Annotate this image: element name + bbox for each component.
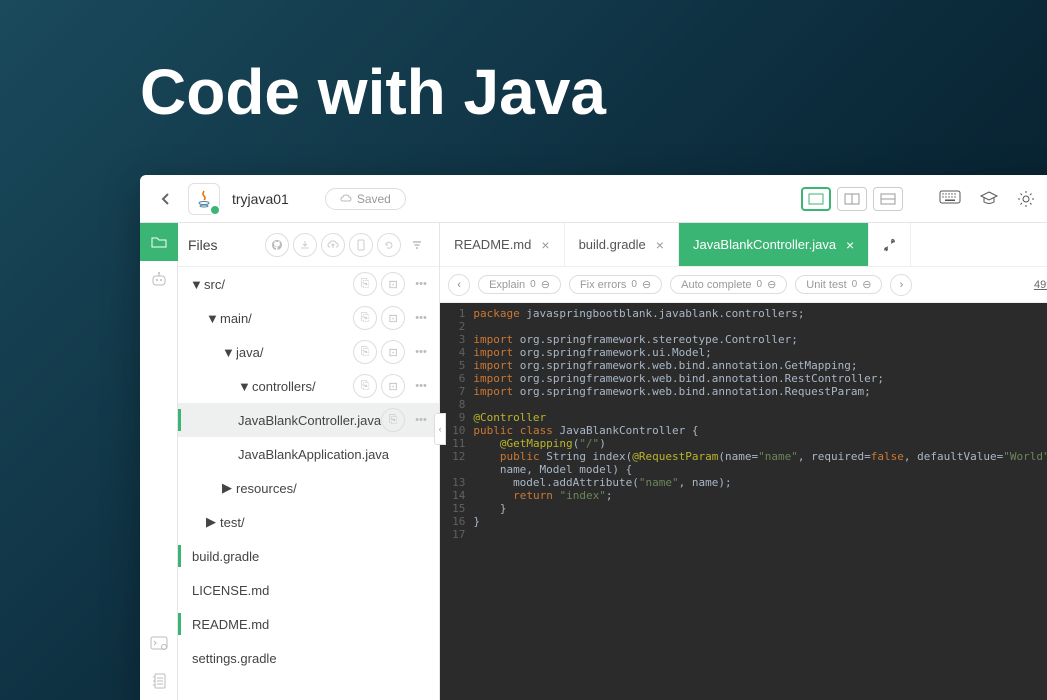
tab-controller[interactable]: JavaBlankController.java×	[679, 223, 869, 266]
hero-title: Code with Java	[0, 0, 1047, 129]
fix-errors-button[interactable]: Fix errors 0 ⊖	[569, 275, 662, 294]
tree-file-license[interactable]: LICENSE.md	[178, 573, 439, 607]
file-panel: Files ▼src/ ⎘⊡••• ▼main/ ⎘⊡•••	[178, 223, 440, 700]
layout-rows-button[interactable]	[873, 187, 903, 211]
java-icon	[188, 183, 220, 215]
new-folder-icon[interactable]: ⊡	[381, 374, 405, 398]
topbar: tryjava01 Saved	[140, 175, 1047, 223]
chevron-down-icon: ⊖	[642, 278, 651, 291]
close-icon[interactable]: ×	[541, 237, 549, 253]
close-icon[interactable]: ×	[846, 237, 854, 253]
collapse-panel-button[interactable]: ‹	[434, 413, 446, 445]
tree-file-readme[interactable]: README.md	[178, 607, 439, 641]
graduation-icon[interactable]	[979, 190, 999, 208]
next-button[interactable]: ›	[890, 274, 912, 296]
back-button[interactable]	[152, 185, 180, 213]
cloud-upload-icon[interactable]	[321, 233, 345, 257]
prev-button[interactable]: ‹	[448, 274, 470, 296]
gear-icon[interactable]	[1017, 190, 1035, 208]
more-icon[interactable]: •••	[409, 272, 433, 296]
keyboard-icon[interactable]	[939, 190, 961, 208]
rail-terminal-button[interactable]	[140, 624, 178, 662]
new-file-icon[interactable]: ⎘	[353, 374, 377, 398]
chevron-down-icon: ⊖	[767, 278, 776, 291]
left-rail	[140, 223, 178, 700]
new-folder-icon[interactable]: ⊡	[381, 340, 405, 364]
layout-single-button[interactable]	[801, 187, 831, 211]
line-gutter: 1234567891011121314151617	[440, 303, 473, 700]
more-icon[interactable]: •••	[409, 306, 433, 330]
filter-icon[interactable]	[405, 233, 429, 257]
saved-indicator: Saved	[325, 188, 406, 210]
layout-buttons	[801, 187, 903, 211]
tree-file-settings-gradle[interactable]: settings.gradle	[178, 641, 439, 675]
more-icon[interactable]: •••	[409, 374, 433, 398]
file-panel-title: Files	[188, 237, 218, 253]
tab-build-gradle[interactable]: build.gradle×	[565, 223, 679, 266]
token-count[interactable]: 49938	[1034, 279, 1047, 291]
refresh-icon[interactable]	[377, 233, 401, 257]
rail-robot-button[interactable]	[140, 261, 178, 299]
editor-area: ‹ README.md× build.gradle× JavaBlankCont…	[440, 223, 1047, 700]
editor-tabs: README.md× build.gradle× JavaBlankContro…	[440, 223, 1047, 267]
tree-file-controller[interactable]: JavaBlankController.java ⎘•••	[178, 403, 439, 437]
rail-notebook-button[interactable]	[140, 662, 178, 700]
chevron-down-icon: ⊖	[541, 278, 550, 291]
layout-split-button[interactable]	[837, 187, 867, 211]
new-file-icon[interactable]: ⎘	[353, 340, 377, 364]
tree-folder-controllers[interactable]: ▼controllers/ ⎘⊡•••	[178, 369, 439, 403]
tree-file-application[interactable]: JavaBlankApplication.java	[178, 437, 439, 471]
more-icon[interactable]: •••	[409, 408, 433, 432]
unit-test-button[interactable]: Unit test 0 ⊖	[795, 275, 882, 294]
auto-complete-button[interactable]: Auto complete 0 ⊖	[670, 275, 787, 294]
chevron-down-icon: ⊖	[862, 278, 871, 291]
mobile-icon[interactable]	[349, 233, 373, 257]
tree-folder-java[interactable]: ▼java/ ⎘⊡•••	[178, 335, 439, 369]
download-icon[interactable]	[293, 233, 317, 257]
close-icon[interactable]: ×	[656, 237, 664, 253]
tree-folder-src[interactable]: ▼src/ ⎘⊡•••	[178, 267, 439, 301]
tab-tools[interactable]	[869, 223, 911, 266]
ide-window: tryjava01 Saved Files	[140, 175, 1047, 700]
explain-button[interactable]: Explain 0 ⊖	[478, 275, 561, 294]
cloud-icon	[340, 194, 352, 204]
tree-folder-resources[interactable]: ▶resources/	[178, 471, 439, 505]
new-file-icon[interactable]: ⎘	[353, 306, 377, 330]
code-editor[interactable]: 1234567891011121314151617 package javasp…	[440, 303, 1047, 700]
new-folder-icon[interactable]: ⊡	[381, 306, 405, 330]
tree-file-build-gradle[interactable]: build.gradle	[178, 539, 439, 573]
tab-readme[interactable]: README.md×	[440, 223, 564, 266]
ai-toolbar: ‹ Explain 0 ⊖ Fix errors 0 ⊖ Auto comple…	[440, 267, 1047, 303]
copy-icon[interactable]: ⎘	[381, 408, 405, 432]
new-folder-icon[interactable]: ⊡	[381, 272, 405, 296]
file-tree: ▼src/ ⎘⊡••• ▼main/ ⎘⊡••• ▼java/ ⎘⊡••• ▼c…	[178, 267, 439, 675]
new-file-icon[interactable]: ⎘	[353, 272, 377, 296]
project-name: tryjava01	[232, 191, 289, 207]
rail-folder-button[interactable]	[140, 223, 178, 261]
tree-folder-test[interactable]: ▶test/	[178, 505, 439, 539]
github-icon[interactable]	[265, 233, 289, 257]
code-content[interactable]: package javaspringbootblank.javablank.co…	[473, 303, 1047, 700]
more-icon[interactable]: •••	[409, 340, 433, 364]
tree-folder-main[interactable]: ▼main/ ⎘⊡•••	[178, 301, 439, 335]
